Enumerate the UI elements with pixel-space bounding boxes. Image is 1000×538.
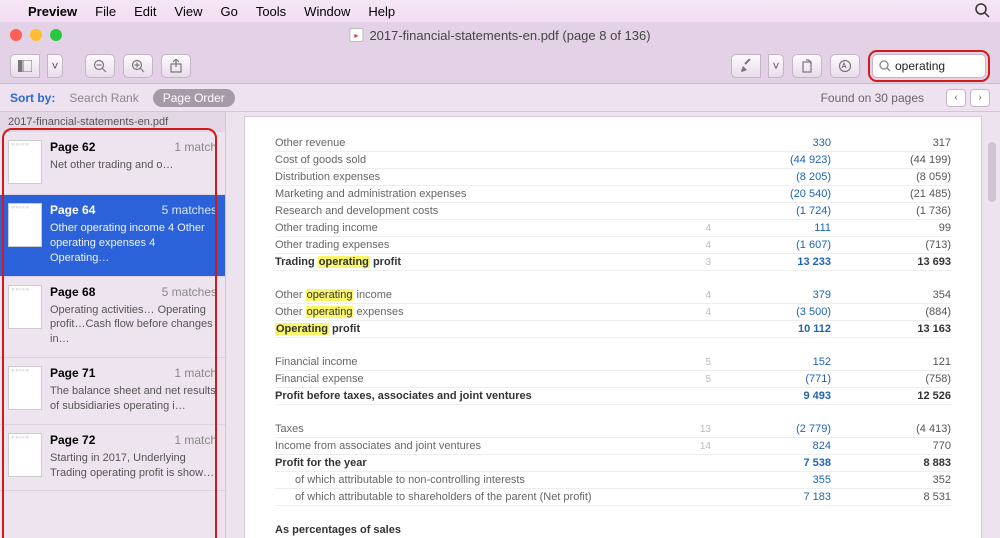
window-controls (10, 29, 62, 41)
search-field[interactable] (872, 54, 986, 78)
search-input[interactable] (895, 59, 975, 73)
menu-file[interactable]: File (95, 4, 116, 19)
result-snippet: The balance sheet and net results of sub… (50, 384, 217, 414)
table-row: Marketing and administration expenses(20… (275, 186, 951, 203)
result-match-count: 1 match (174, 433, 217, 447)
pdf-file-icon: ▸ (349, 28, 363, 42)
menu-help[interactable]: Help (368, 4, 395, 19)
search-result-item[interactable]: ||||| ||||| ||||| ||||| Page 71 1 match T… (0, 358, 225, 425)
title-text: 2017-financial-statements-en.pdf (page 8… (369, 28, 650, 43)
document-title: ▸ 2017-financial-statements-en.pdf (page… (349, 28, 650, 43)
page-thumbnail: ||||| ||||| ||||| ||||| (8, 285, 42, 329)
search-highlight-ring (868, 50, 990, 82)
table-row: Taxes13(2 779)(4 413) (275, 421, 951, 438)
table-row: Other operating expenses4(3 500)(884) (275, 304, 951, 321)
markup-button[interactable] (830, 54, 860, 78)
table-row: of which attributable to shareholders of… (275, 489, 951, 506)
search-result-item[interactable]: ||||| ||||| ||||| ||||| Page 68 5 matches… (0, 277, 225, 359)
table-row: Financial income5152121 (275, 354, 951, 371)
table-row: Trading operating profit313 23313 693 (275, 254, 951, 271)
table-row: Profit for the year7 5388 883 (275, 455, 951, 472)
table-row: Other trading income411199 (275, 220, 951, 237)
search-result-item[interactable]: ||||| ||||| ||||| ||||| Page 72 1 match S… (0, 425, 225, 492)
table-row: Other operating income4379354 (275, 287, 951, 304)
window-titlebar: ▸ 2017-financial-statements-en.pdf (page… (0, 22, 1000, 48)
zoom-button[interactable] (50, 29, 62, 41)
highlight-dropdown[interactable]: ˅ (768, 54, 784, 78)
sidebar-view-dropdown[interactable]: ˅ (47, 54, 63, 78)
table-row: Other revenue330317 (275, 135, 951, 152)
result-snippet: Operating activities… Operating profit…C… (50, 303, 217, 348)
table-row: As percentages of sales (275, 522, 951, 538)
search-result-item[interactable]: ||||| ||||| ||||| ||||| Page 62 1 match N… (0, 132, 225, 195)
pdf-viewer[interactable]: Other revenue330317Cost of goods sold(44… (226, 112, 1000, 538)
table-row: Other trading expenses4(1 607)(713) (275, 237, 951, 254)
result-snippet: Net other trading and o… (50, 158, 217, 173)
toolbar: ˅ ˅ (0, 48, 1000, 84)
zoom-in-button[interactable] (123, 54, 153, 78)
search-icon (879, 60, 891, 72)
sort-by-label: Sort by: (10, 91, 55, 105)
table-row: Distribution expenses(8 205)(8 059) (275, 169, 951, 186)
result-match-count: 1 match (174, 366, 217, 380)
minimize-button[interactable] (30, 29, 42, 41)
table-row: Profit before taxes, associates and join… (275, 388, 951, 405)
result-page: Page 68 (50, 285, 95, 299)
table-row: Cost of goods sold(44 923)(44 199) (275, 152, 951, 169)
sort-page-order[interactable]: Page Order (153, 89, 235, 107)
found-count: Found on 30 pages (821, 91, 924, 105)
highlight-button[interactable] (731, 54, 761, 78)
table-row: Operating profit10 11213 163 (275, 321, 951, 338)
menu-window[interactable]: Window (304, 4, 350, 19)
spotlight-icon[interactable] (974, 2, 990, 21)
result-match-count: 5 matches (162, 203, 217, 217)
menu-view[interactable]: View (175, 4, 203, 19)
page-thumbnail: ||||| ||||| ||||| ||||| (8, 366, 42, 410)
result-match-count: 1 match (174, 140, 217, 154)
app-menu[interactable]: Preview (28, 4, 77, 19)
table-row: of which attributable to non-controlling… (275, 472, 951, 489)
sidebar-doc-title: 2017-financial-statements-en.pdf (0, 112, 225, 132)
result-page: Page 71 (50, 366, 95, 380)
page-thumbnail: ||||| ||||| ||||| ||||| (8, 433, 42, 477)
menu-tools[interactable]: Tools (256, 4, 286, 19)
search-result-item[interactable]: ||||| ||||| ||||| ||||| Page 64 5 matches… (0, 195, 225, 277)
share-button[interactable] (161, 54, 191, 78)
next-result-button[interactable]: › (970, 89, 990, 107)
menu-edit[interactable]: Edit (134, 4, 156, 19)
table-row: Income from associates and joint venture… (275, 438, 951, 455)
table-row: Research and development costs(1 724)(1 … (275, 203, 951, 220)
page-thumbnail: ||||| ||||| ||||| ||||| (8, 140, 42, 184)
result-page: Page 72 (50, 433, 95, 447)
zoom-out-button[interactable] (85, 54, 115, 78)
result-pager: ‹ › (946, 89, 990, 107)
result-snippet: Other operating income 4 Other operating… (50, 221, 217, 266)
scrollbar-thumb[interactable] (988, 142, 996, 202)
close-button[interactable] (10, 29, 22, 41)
table-row: Financial expense5(771)(758) (275, 371, 951, 388)
result-page: Page 64 (50, 203, 95, 217)
page-thumbnail: ||||| ||||| ||||| ||||| (8, 203, 42, 247)
prev-result-button[interactable]: ‹ (946, 89, 966, 107)
result-page: Page 62 (50, 140, 95, 154)
sidebar-view-button[interactable] (10, 54, 40, 78)
result-match-count: 5 matches (162, 285, 217, 299)
rotate-button[interactable] (792, 54, 822, 78)
macos-menubar: Preview File Edit View Go Tools Window H… (0, 0, 1000, 22)
pdf-page: Other revenue330317Cost of goods sold(44… (244, 116, 982, 538)
search-sort-bar: Sort by: Search Rank Page Order Found on… (0, 84, 1000, 112)
result-snippet: Starting in 2017, Underlying Trading ope… (50, 451, 217, 481)
menu-go[interactable]: Go (220, 4, 237, 19)
sort-search-rank[interactable]: Search Rank (69, 91, 138, 105)
search-results-sidebar: 2017-financial-statements-en.pdf ||||| |… (0, 112, 226, 538)
